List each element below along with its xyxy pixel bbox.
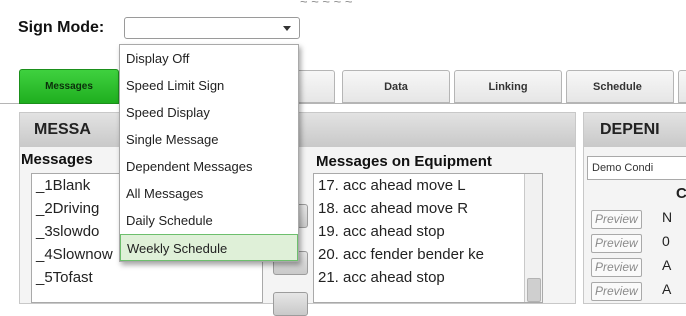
dropdown-option[interactable]: Daily Schedule — [120, 207, 298, 234]
list-item[interactable]: 20. acc fender bender ke — [314, 243, 542, 266]
list-item[interactable]: _5Tofast — [32, 266, 262, 289]
sign-mode-dropdown[interactable]: Display Off Speed Limit Sign Speed Displ… — [119, 44, 299, 262]
dependent-column-header: C — [676, 185, 686, 202]
dependent-row-text: A — [662, 257, 672, 273]
tab-more[interactable] — [678, 70, 686, 103]
dropdown-option[interactable]: Speed Limit Sign — [120, 72, 298, 99]
chevron-down-icon — [283, 26, 291, 31]
list-item[interactable]: 18. acc ahead move R — [314, 197, 542, 220]
clipped-help-text: ~ ~ ~ ~ ~ — [300, 0, 353, 8]
dropdown-option[interactable]: Single Message — [120, 126, 298, 153]
tab-schedule[interactable]: Schedule — [566, 70, 674, 103]
preview-button[interactable]: Preview — [591, 282, 642, 301]
dropdown-option[interactable]: Speed Display — [120, 99, 298, 126]
message-library-header: Messages — [21, 151, 93, 168]
dropdown-option-highlighted[interactable]: Weekly Schedule — [120, 234, 298, 261]
list-item[interactable]: 17. acc ahead move L — [314, 174, 542, 197]
dependent-row-text: A — [662, 281, 672, 297]
list-item[interactable]: 19. acc ahead stop — [314, 220, 542, 243]
tab-messages[interactable]: Messages — [19, 69, 119, 104]
equipment-scrollbar[interactable] — [524, 174, 542, 302]
preview-button[interactable]: Preview — [591, 234, 642, 253]
move-all-button[interactable] — [273, 292, 308, 316]
dropdown-option[interactable]: All Messages — [120, 180, 298, 207]
dependent-row-text: N — [662, 209, 673, 225]
preview-button[interactable]: Preview — [591, 258, 642, 277]
dependent-row-text: 0 — [662, 233, 670, 249]
dropdown-option[interactable]: Dependent Messages — [120, 153, 298, 180]
scrollbar-thumb[interactable] — [527, 278, 541, 302]
list-item[interactable]: 21. acc ahead stop — [314, 266, 542, 289]
tab-data[interactable]: Data — [342, 70, 450, 103]
condition-select[interactable]: Demo Condi — [587, 156, 686, 180]
sign-mode-select[interactable] — [124, 17, 300, 39]
preview-button[interactable]: Preview — [591, 210, 642, 229]
tab-linking[interactable]: Linking — [454, 70, 562, 103]
sign-mode-label: Sign Mode: — [18, 19, 105, 36]
equipment-header: Messages on Equipment — [316, 153, 492, 170]
dropdown-option[interactable]: Display Off — [120, 45, 298, 72]
dependent-panel-title: DEPENI — [584, 113, 686, 147]
equipment-message-list[interactable]: 17. acc ahead move L 18. acc ahead move … — [313, 173, 543, 303]
